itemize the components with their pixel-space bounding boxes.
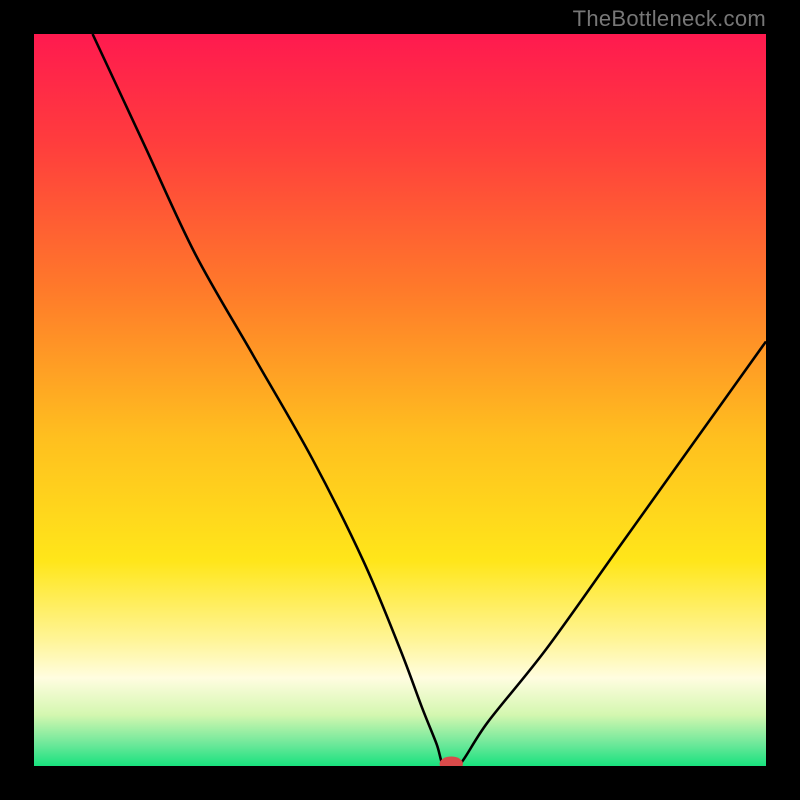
chart-frame: TheBottleneck.com bbox=[0, 0, 800, 800]
attribution-text: TheBottleneck.com bbox=[573, 6, 766, 32]
bottleneck-chart bbox=[34, 34, 766, 766]
plot-area bbox=[34, 34, 766, 766]
